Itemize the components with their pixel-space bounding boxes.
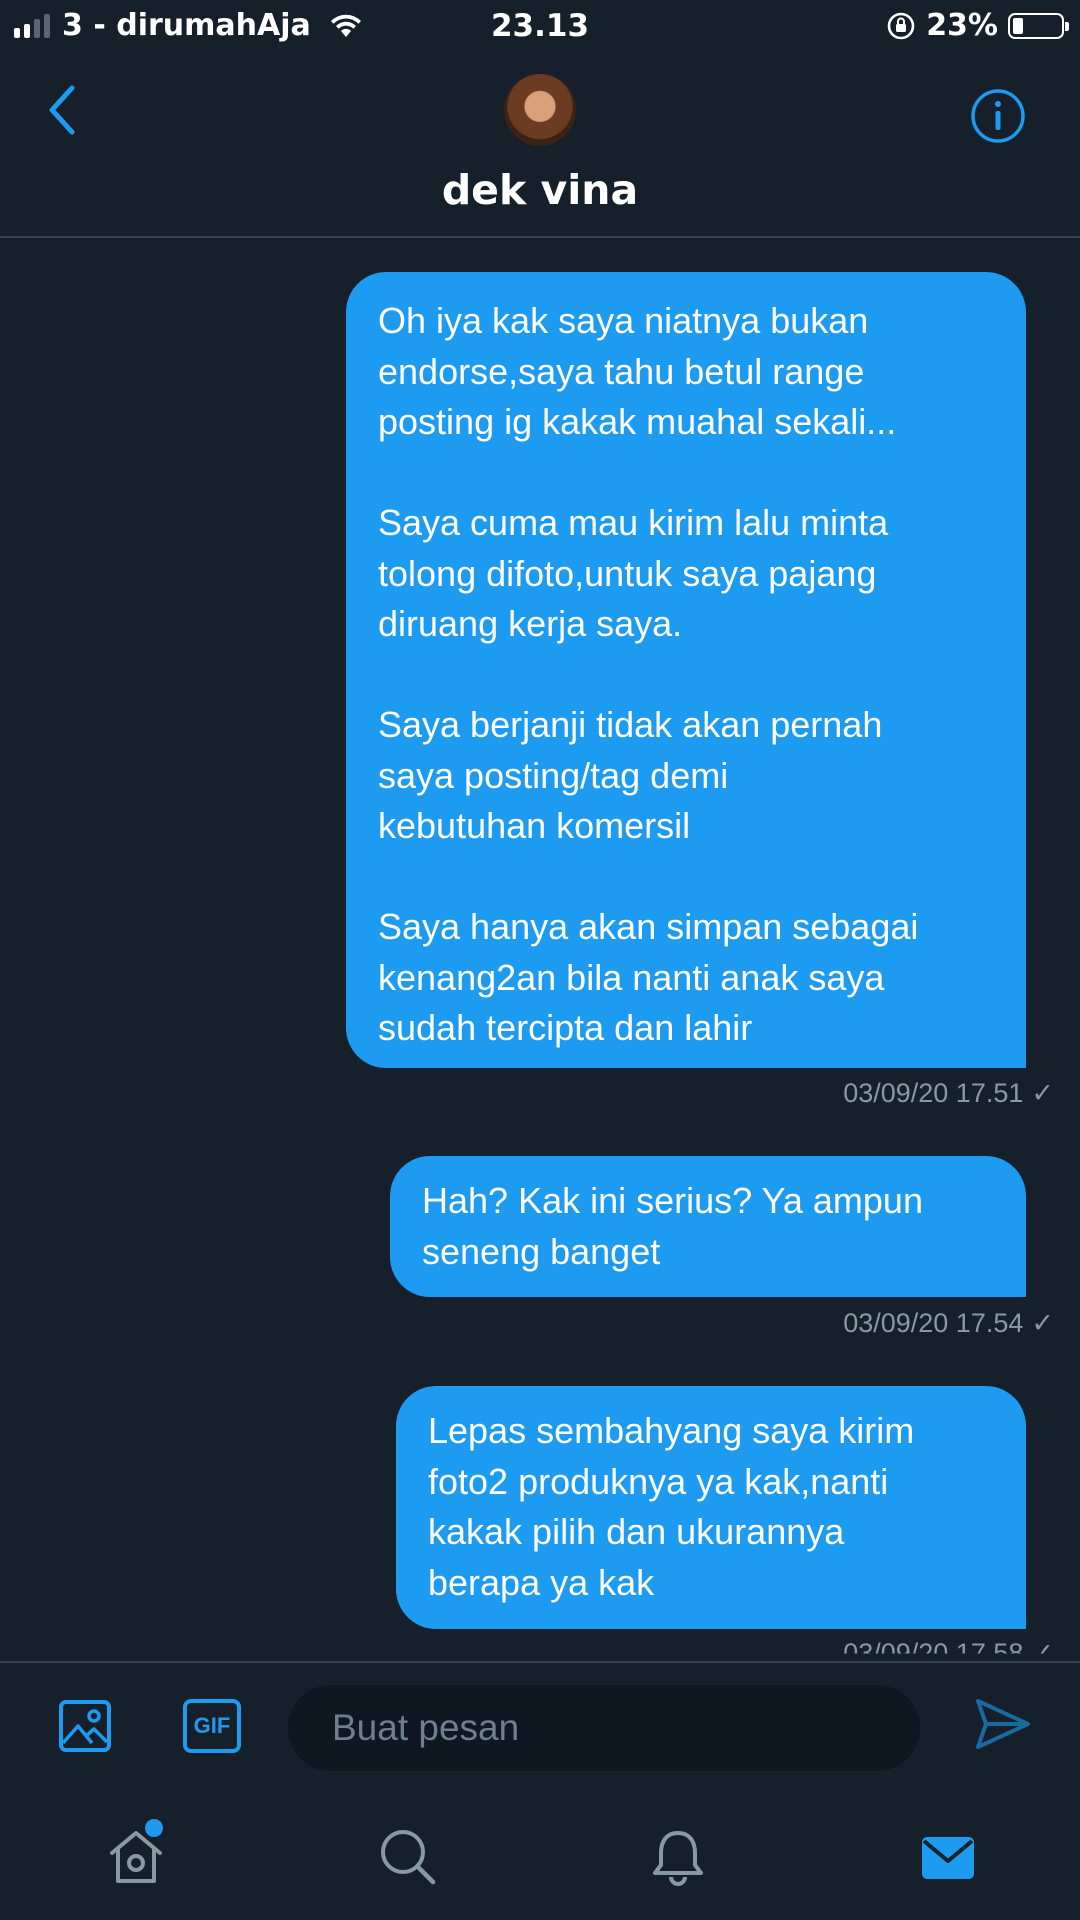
chevron-left-icon bbox=[49, 85, 75, 135]
message-timestamp: 03/09/20 17.51 ✓ bbox=[843, 1078, 1054, 1109]
send-icon bbox=[976, 1699, 1030, 1749]
bell-icon bbox=[653, 1831, 703, 1886]
status-right: 23% bbox=[886, 8, 1069, 43]
conversation-header: dek vina bbox=[0, 56, 1080, 238]
message-input[interactable] bbox=[288, 1685, 920, 1771]
nav-notifications[interactable] bbox=[648, 1827, 708, 1887]
image-icon bbox=[59, 1700, 111, 1752]
timestamp-text: 03/09/20 17.51 bbox=[843, 1078, 1024, 1108]
battery-icon bbox=[1008, 12, 1069, 39]
message-bubble[interactable]: Hah? Kak ini serius? Ya ampun seneng ban… bbox=[390, 1156, 1026, 1297]
back-button[interactable] bbox=[42, 82, 82, 138]
message-bubble[interactable]: Lepas sembahyang saya kirim foto2 produk… bbox=[396, 1386, 1026, 1629]
mail-icon bbox=[922, 1837, 974, 1879]
nav-messages[interactable] bbox=[918, 1827, 978, 1887]
status-bar: 3 - dirumahAja 23.13 23% bbox=[0, 0, 1080, 56]
media-button[interactable] bbox=[58, 1699, 112, 1753]
bottom-navigation bbox=[0, 1791, 1080, 1920]
nav-search[interactable] bbox=[378, 1827, 438, 1887]
gif-button[interactable]: GIF bbox=[183, 1699, 241, 1753]
sent-check-icon: ✓ bbox=[1031, 1308, 1054, 1338]
info-icon bbox=[971, 89, 1025, 143]
message-timestamp: 03/09/20 17.54 ✓ bbox=[843, 1308, 1054, 1339]
contact-name[interactable]: dek vina bbox=[0, 166, 1080, 214]
home-icon bbox=[110, 1831, 162, 1883]
battery-percentage: 23% bbox=[926, 8, 998, 43]
message-bubble[interactable]: Oh iya kak saya niatnya bukan endorse,sa… bbox=[346, 272, 1026, 1068]
rotation-lock-icon bbox=[887, 12, 915, 39]
send-button[interactable] bbox=[974, 1695, 1032, 1753]
notification-dot bbox=[145, 1819, 163, 1837]
search-icon bbox=[381, 1830, 436, 1885]
timestamp-text: 03/09/20 17.54 bbox=[843, 1308, 1024, 1338]
message-composer: GIF bbox=[0, 1661, 1080, 1791]
avatar[interactable] bbox=[504, 74, 576, 146]
info-button[interactable] bbox=[970, 88, 1026, 144]
sent-check-icon: ✓ bbox=[1031, 1078, 1054, 1108]
